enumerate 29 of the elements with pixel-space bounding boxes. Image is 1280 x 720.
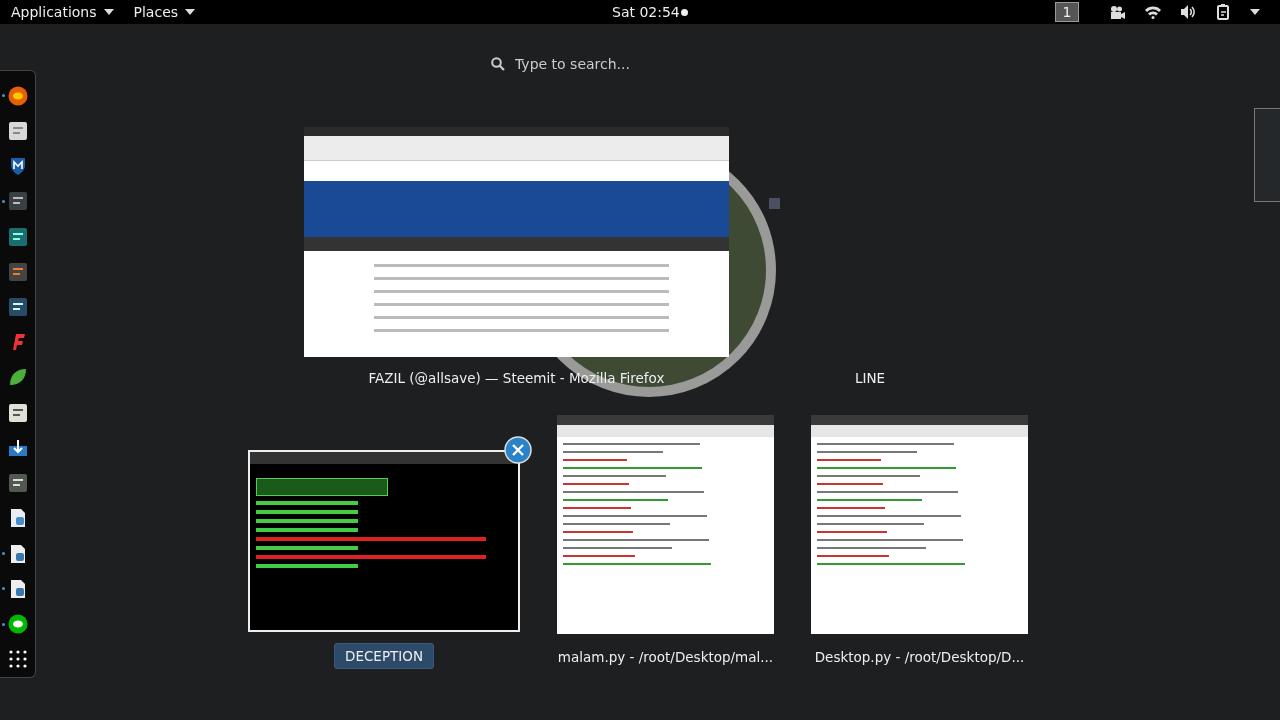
download-icon[interactable] [7,437,28,458]
square-icon [769,198,780,209]
window-title[interactable]: LINE [844,366,896,390]
close-icon[interactable] [504,436,532,464]
browser-icon[interactable] [7,85,28,106]
window-thumbnail[interactable] [557,415,774,634]
window-thumbnail[interactable] [248,450,520,632]
top-menu[interactable]: Places [128,4,201,20]
caret-icon [103,9,114,15]
chat-icon[interactable] [7,614,28,635]
window-title[interactable]: Desktop.py - /root/Desktop/D... [804,645,1035,669]
caret-icon [185,9,196,15]
window-thumbnail[interactable] [811,415,1028,634]
search-field[interactable]: Type to search... [491,55,661,73]
workspace-indicator[interactable]: 1 [1055,2,1079,22]
search-icon [491,57,505,71]
caret-icon[interactable] [1250,9,1260,15]
workspace-thumbnail[interactable] [1254,108,1280,202]
camera-icon[interactable] [1109,5,1125,19]
leaf-icon[interactable] [7,367,28,388]
battery-icon[interactable] [1217,4,1230,20]
wifi-icon[interactable] [1145,5,1161,19]
top-menu[interactable]: Applications [6,4,119,20]
volume-icon[interactable] [1181,5,1197,19]
clock[interactable]: Sat 02:54 [612,4,680,20]
window-title[interactable]: FAZIL (@allsave) — Steemit - Mozilla Firefox [358,366,675,390]
window-title[interactable]: DECEPTION [334,643,434,669]
window-title[interactable]: malam.py - /root/Desktop/mal... [547,645,784,669]
app-grid-icon[interactable] [7,649,28,670]
